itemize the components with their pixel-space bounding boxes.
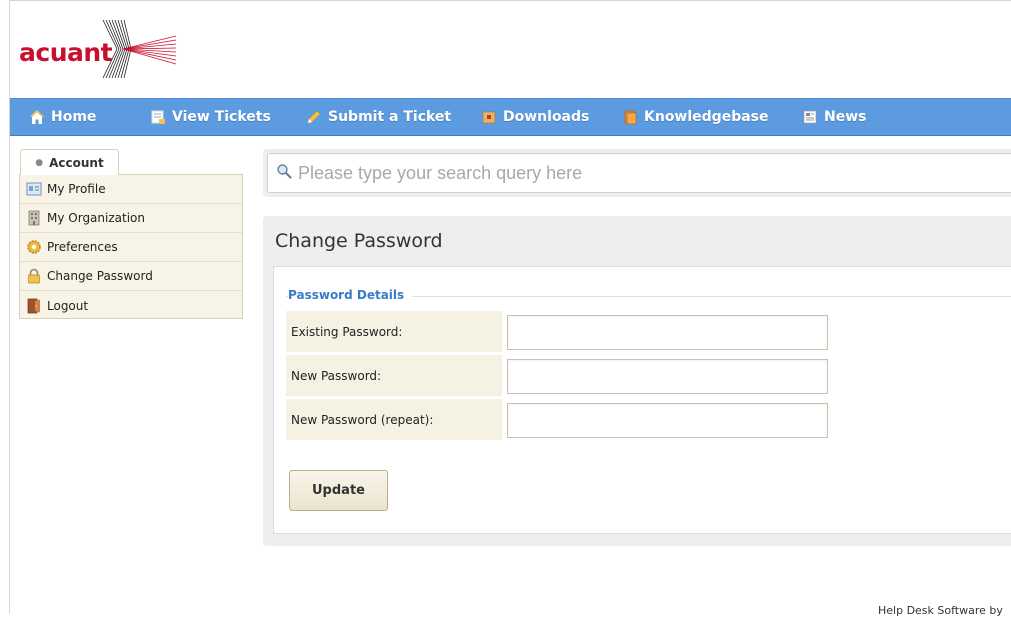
search-input[interactable]: [267, 153, 1011, 193]
sidebar-item-label: My Profile: [47, 182, 106, 196]
sidebar-item-my-organization[interactable]: My Organization: [20, 204, 242, 233]
sidebar-item-label: My Organization: [47, 211, 145, 225]
tab-account[interactable]: ● Account: [20, 149, 119, 175]
book-icon: [624, 110, 637, 125]
building-icon: [28, 210, 40, 226]
sidebar-item-change-password[interactable]: Change Password: [20, 262, 242, 291]
page-title: Change Password: [275, 230, 443, 252]
sidebar-item-label: Change Password: [47, 269, 153, 283]
sidebar-item-label: Preferences: [47, 240, 118, 254]
nav-downloads-label: Downloads: [503, 109, 590, 125]
nav-view-tickets[interactable]: View Tickets: [150, 99, 306, 135]
company-logo[interactable]: acuant: [19, 18, 179, 80]
package-icon: [482, 111, 496, 124]
sidebar-item-logout[interactable]: Logout: [20, 291, 242, 320]
search-icon: [277, 164, 292, 179]
existing-password-label: Existing Password:: [286, 311, 502, 352]
sidebar-item-preferences[interactable]: Preferences: [20, 233, 242, 262]
new-password-repeat-label: New Password (repeat):: [286, 399, 502, 440]
door-icon: [27, 298, 40, 313]
nav-submit-ticket[interactable]: Submit a Ticket: [306, 99, 481, 135]
nav-news-label: News: [824, 109, 867, 125]
nav-home-label: Home: [51, 109, 97, 125]
nav-news[interactable]: News: [802, 99, 882, 135]
account-sidebar: My Profile My Organization Preferences C…: [19, 174, 243, 319]
new-password-repeat-field[interactable]: [507, 403, 828, 438]
search-bar: [263, 149, 1011, 197]
new-password-label: New Password:: [286, 355, 502, 396]
logo-mark-icon: [102, 19, 177, 79]
tickets-icon: [151, 110, 165, 124]
nav-submit-ticket-label: Submit a Ticket: [328, 109, 452, 125]
nav-knowledgebase-label: Knowledgebase: [644, 109, 769, 125]
existing-password-field[interactable]: [507, 315, 828, 350]
profile-card-icon: [26, 182, 42, 196]
sidebar-item-my-profile[interactable]: My Profile: [20, 175, 242, 204]
sidebar-item-label: Logout: [47, 298, 89, 313]
nav-home[interactable]: Home: [29, 99, 150, 135]
pencil-icon: [307, 110, 321, 124]
new-password-field[interactable]: [507, 359, 828, 394]
home-icon: [30, 110, 44, 124]
lock-icon: [28, 268, 40, 284]
newspaper-icon: [803, 110, 817, 124]
nav-downloads[interactable]: Downloads: [481, 99, 622, 135]
footer-credit: Help Desk Software by: [878, 604, 1003, 617]
user-icon: ●: [35, 157, 44, 168]
nav-knowledgebase[interactable]: Knowledgebase: [622, 99, 802, 135]
main-navbar: Home View Tickets Submit a Ticket Downlo…: [10, 98, 1011, 136]
nav-view-tickets-label: View Tickets: [172, 109, 271, 125]
tab-account-label: Account: [49, 155, 104, 170]
fieldset-legend: Password Details: [288, 288, 413, 302]
update-button[interactable]: Update: [289, 470, 388, 511]
gear-icon: [27, 240, 41, 254]
